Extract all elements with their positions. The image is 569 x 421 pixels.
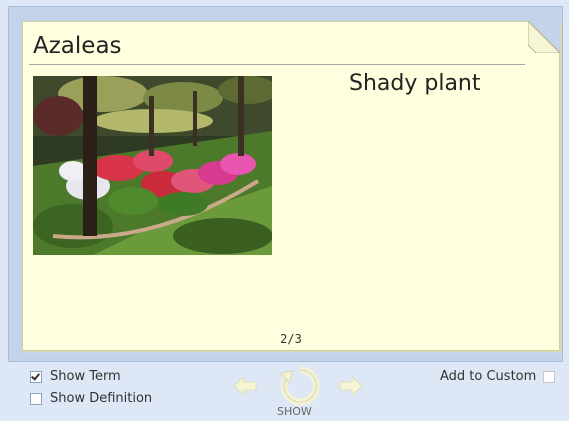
- left-arrow-icon[interactable]: [232, 375, 258, 397]
- flip-icon[interactable]: [279, 365, 321, 407]
- card-term: Azaleas: [33, 33, 122, 59]
- controls-divider: [22, 352, 559, 353]
- flashcard[interactable]: Azaleas Shady plant 2/3: [22, 21, 560, 351]
- show-definition-label: Show Definition: [50, 391, 153, 406]
- page-fold-icon: [528, 21, 560, 53]
- azalea-garden-photo: [33, 76, 272, 255]
- card-definition: Shady plant: [349, 71, 481, 96]
- add-to-custom-checkbox[interactable]: [543, 370, 556, 383]
- card-counter: 2/3: [280, 332, 302, 346]
- show-term-option[interactable]: Show Term: [30, 369, 121, 384]
- add-to-custom-option[interactable]: Add to Custom: [440, 369, 556, 384]
- show-term-label: Show Term: [50, 369, 121, 384]
- show-button-label[interactable]: SHOW: [277, 405, 312, 418]
- show-definition-checkbox[interactable]: [30, 392, 42, 405]
- show-definition-option[interactable]: Show Definition: [30, 391, 152, 406]
- show-term-checkbox[interactable]: [30, 370, 42, 383]
- right-arrow-icon[interactable]: [338, 375, 364, 397]
- add-to-custom-label: Add to Custom: [440, 369, 537, 384]
- term-divider: [29, 64, 525, 65]
